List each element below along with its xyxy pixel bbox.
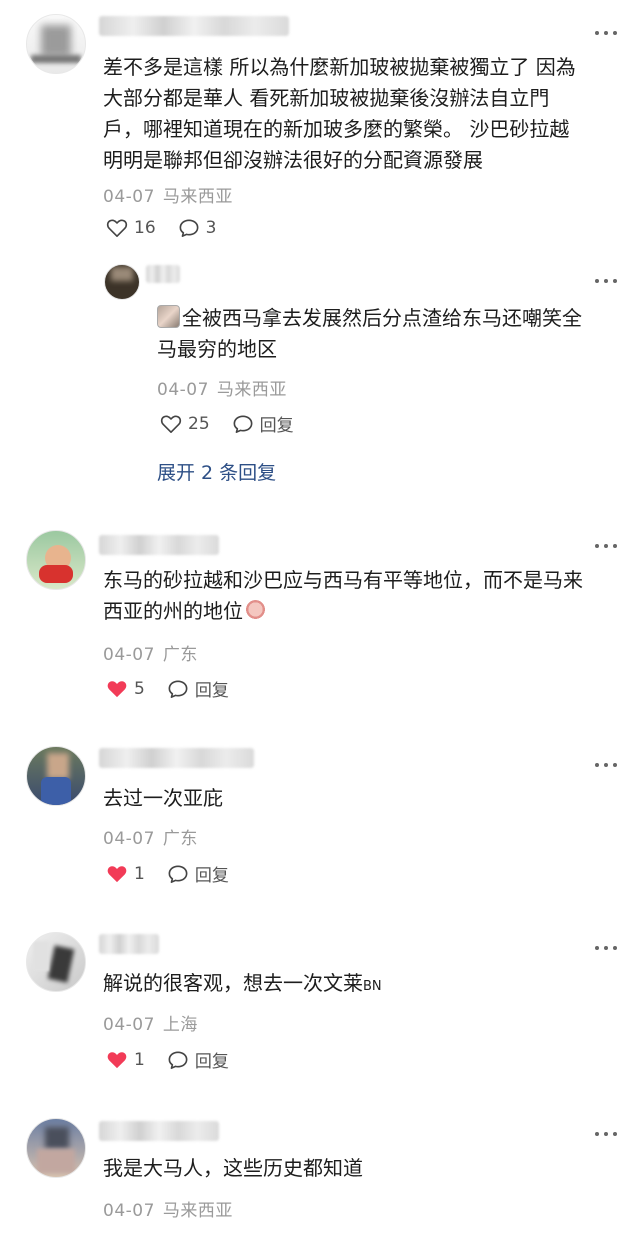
reply-like-button[interactable]: 25 (160, 414, 210, 434)
comment-meta: 04-07 马来西亚 (103, 1201, 233, 1221)
username-blurred[interactable] (99, 934, 159, 954)
reply-button[interactable]: 回复 (167, 1047, 229, 1072)
comment-actions: 5 回复 (106, 676, 251, 701)
avatar[interactable] (26, 1118, 86, 1178)
avatar[interactable] (26, 746, 86, 806)
comment-meta: 04-07 广东 (103, 645, 198, 665)
avatar[interactable] (26, 932, 86, 992)
username-blurred[interactable] (99, 1121, 219, 1141)
reply-count: 3 (205, 218, 217, 238)
more-options-icon[interactable] (595, 945, 617, 951)
comment-location: 马来西亚 (162, 187, 233, 207)
reply-button[interactable]: 回复 (167, 676, 229, 701)
reply-more-options-icon[interactable] (595, 278, 617, 284)
reply-button[interactable]: 回复 (232, 411, 294, 436)
like-button-liked[interactable]: 1 (106, 864, 145, 884)
comment-suffix: BN (363, 979, 382, 994)
comment-bubble-icon (168, 679, 188, 698)
comment-bubble-icon (168, 1050, 188, 1069)
more-options-icon[interactable] (595, 1131, 617, 1137)
comment-text: 东马的砂拉越和沙巴应与西马有平等地位，而不是马来 西亚的州的地位 (103, 568, 583, 623)
username-blurred[interactable] (99, 16, 289, 36)
sticker-emoji-icon (157, 305, 180, 328)
reply-meta: 04-07 马来西亚 (157, 380, 287, 400)
comment-actions: 16 3 (106, 218, 238, 238)
like-button[interactable]: 16 (106, 218, 156, 238)
comment-actions: 1 回复 (106, 861, 251, 886)
comment-meta: 04-07 马来西亚 (103, 182, 233, 207)
comment-bubble-icon (179, 219, 199, 237)
like-button-liked[interactable]: 1 (106, 1050, 145, 1070)
comment-text: 差不多是這樣 所以為什麼新加玻被拋棄被獨立了 因為 大部分都是華人 看死新加玻被… (103, 55, 576, 172)
comment-bubble-icon (168, 864, 188, 883)
username-blurred[interactable] (99, 748, 254, 768)
reply-button[interactable]: 回复 (167, 861, 229, 886)
comment-bubble-icon (233, 414, 253, 433)
comment-text: 去过一次亚庇 (103, 786, 223, 810)
comment-meta: 04-07 广东 (103, 829, 198, 849)
reply-count-button[interactable]: 3 (178, 218, 217, 238)
comment-date: 04-07 (103, 187, 155, 207)
comment-meta: 04-07 上海 (103, 1015, 198, 1035)
reply-actions: 25 回复 (160, 411, 316, 436)
expand-replies-link[interactable]: 展开 2 条回复 (157, 458, 276, 485)
like-button-liked[interactable]: 5 (106, 679, 145, 699)
more-options-icon[interactable] (595, 543, 617, 549)
heart-filled-icon (107, 680, 127, 697)
reply-avatar[interactable] (104, 264, 140, 300)
heart-icon (160, 414, 182, 433)
reply-username-blurred[interactable] (146, 265, 180, 283)
comment-actions: 1 回复 (106, 1047, 251, 1072)
comment-text: 解说的很客观，想去一次文莱BN (103, 971, 382, 995)
comment-text: 我是大马人，这些历史都知道 (103, 1156, 363, 1180)
more-options-icon[interactable] (595, 762, 617, 768)
more-options-icon[interactable] (595, 30, 617, 36)
like-count: 16 (134, 218, 156, 238)
avatar[interactable] (26, 530, 86, 590)
heart-icon (106, 219, 128, 237)
avatar[interactable] (26, 14, 86, 74)
heart-filled-icon (107, 865, 127, 882)
reply-text: 全被西马拿去发展然后分点渣给东马还嘲笑全 马最穷的地区 (157, 305, 582, 361)
username-blurred[interactable] (99, 535, 219, 555)
heart-filled-icon (107, 1051, 127, 1068)
pig-face-emoji-icon (245, 600, 266, 621)
